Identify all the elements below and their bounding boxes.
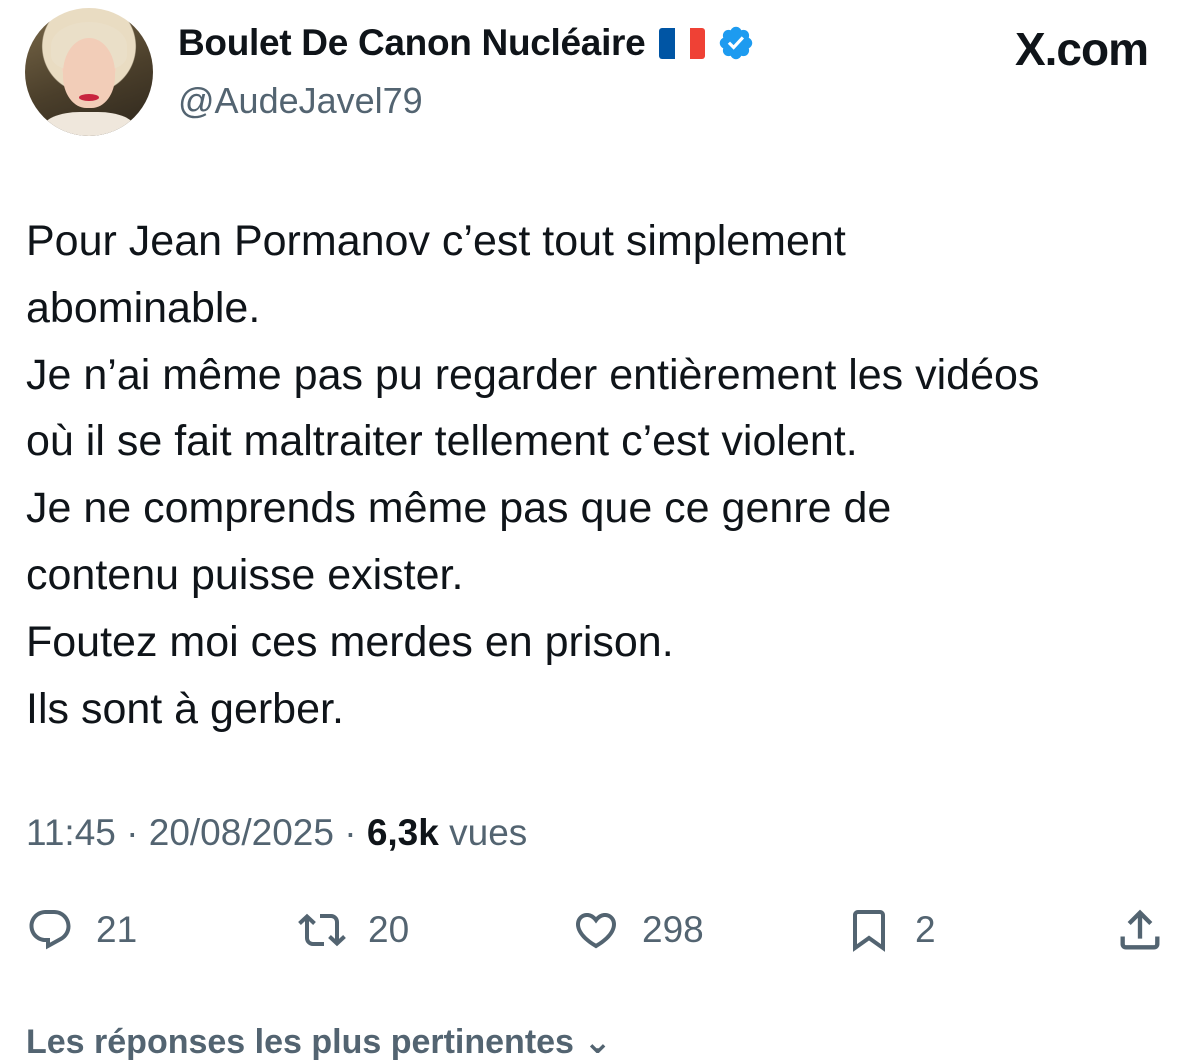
author-handle[interactable]: @AudeJavel79 bbox=[178, 80, 423, 122]
tweet-line: contenu puisse exister. bbox=[26, 550, 464, 599]
author-display-name[interactable]: Boulet De Canon Nucléaire bbox=[178, 22, 755, 64]
reply-icon bbox=[29, 910, 71, 950]
tweet-line: abominable. bbox=[26, 283, 261, 332]
repost-count: 20 bbox=[368, 909, 410, 950]
verified-badge-icon bbox=[720, 26, 753, 60]
tweet-line: Je n’ai même pas pu regarder entièrement… bbox=[26, 350, 1040, 399]
chevron-down-icon: ⌄ bbox=[583, 1023, 612, 1061]
tweet-line: où il se fait maltraiter tellement c’est… bbox=[26, 417, 858, 466]
reply-count: 21 bbox=[96, 909, 138, 950]
display-name-text: Boulet De Canon Nucléaire bbox=[178, 22, 646, 63]
x-logo-brand: X.com bbox=[1014, 23, 1149, 75]
tweet-line: Pour Jean Pormanov c’est tout simplement bbox=[26, 217, 846, 265]
tweet-date[interactable]: 20/08/2025 bbox=[149, 812, 334, 853]
author-avatar[interactable] bbox=[25, 8, 153, 136]
like-count: 298 bbox=[642, 909, 704, 950]
heart-icon bbox=[575, 913, 617, 949]
bookmark-button[interactable]: 2 bbox=[845, 902, 936, 958]
avatar-lips bbox=[79, 94, 99, 101]
share-icon[interactable] bbox=[1114, 904, 1166, 956]
tweet-time[interactable]: 11:45 bbox=[26, 812, 116, 853]
replies-sort-dropdown[interactable]: Les réponses les plus pertinentes ⌄ bbox=[26, 1022, 612, 1062]
tweet-text: Pour Jean Pormanov c’est tout simplement… bbox=[26, 208, 1186, 742]
repost-button[interactable]: 20 bbox=[298, 902, 409, 958]
tweet-line: Je ne comprends même pas que ce genre de bbox=[26, 484, 892, 533]
views-label: vues bbox=[449, 812, 528, 853]
repost-icon bbox=[298, 913, 346, 947]
replies-sort-label: Les réponses les plus pertinentes bbox=[26, 1023, 574, 1061]
bookmark-count: 2 bbox=[915, 909, 936, 950]
tweet-meta: 11:45 · 20/08/2025 · 6,3k vues bbox=[26, 812, 527, 854]
tweet-line: Ils sont à gerber. bbox=[26, 684, 344, 733]
meta-separator: · bbox=[126, 812, 139, 853]
avatar-shoulders bbox=[43, 112, 135, 136]
views-count: 6,3k bbox=[366, 812, 439, 853]
meta-separator: · bbox=[344, 812, 357, 853]
bookmark-icon bbox=[853, 910, 885, 952]
tweet-line: Foutez moi ces merdes en prison. bbox=[26, 617, 674, 666]
like-button[interactable]: 298 bbox=[572, 902, 704, 958]
reply-button[interactable]: 21 bbox=[26, 902, 137, 958]
french-flag-icon bbox=[659, 27, 706, 59]
